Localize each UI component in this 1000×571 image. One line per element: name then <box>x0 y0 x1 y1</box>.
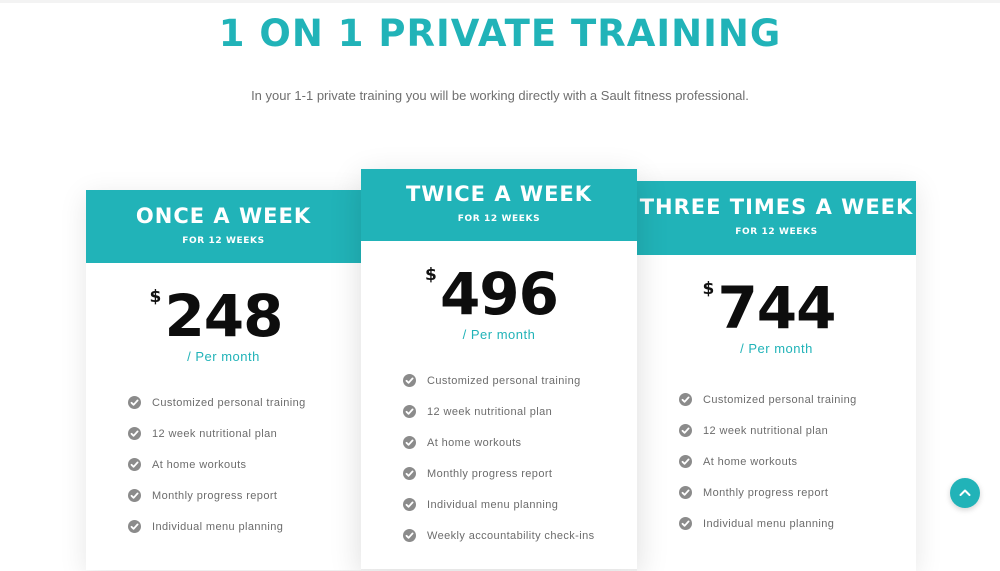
feature-text: At home workouts <box>703 456 798 468</box>
plan-name: ONCE A WEEK <box>135 204 312 228</box>
feature-item: Customized personal training <box>86 396 361 428</box>
feature-item: 12 week nutritional plan <box>637 424 916 456</box>
feature-text: Individual menu planning <box>152 521 284 533</box>
check-circle-icon <box>128 489 141 502</box>
price-amount: 496 <box>439 260 559 328</box>
check-circle-icon <box>679 424 692 437</box>
feature-item: At home workouts <box>361 436 637 468</box>
currency-symbol: $ <box>149 287 162 307</box>
feature-text: Monthly progress report <box>152 490 278 502</box>
feature-item: Monthly progress report <box>637 486 916 518</box>
feature-text: Customized personal training <box>427 375 581 387</box>
check-circle-icon <box>403 467 416 480</box>
price: $ 248 <box>86 285 361 347</box>
price: $ 496 <box>361 263 637 325</box>
feature-item: Monthly progress report <box>86 489 361 521</box>
feature-text: At home workouts <box>152 459 247 471</box>
currency-symbol: $ <box>424 265 437 285</box>
feature-item: Customized personal training <box>361 374 637 406</box>
feature-text: 12 week nutritional plan <box>427 406 553 418</box>
pricing-card-once: ONCE A WEEK FOR 12 WEEKS $ 248 / Per mon… <box>86 190 361 570</box>
feature-item: 12 week nutritional plan <box>86 427 361 459</box>
pricing-card-header: ONCE A WEEK FOR 12 WEEKS <box>86 190 361 263</box>
feature-text: 12 week nutritional plan <box>152 428 278 440</box>
check-circle-icon <box>403 374 416 387</box>
feature-text: Individual menu planning <box>703 518 835 530</box>
pricing-card-three-times: THREE TIMES A WEEK FOR 12 WEEKS $ 744 / … <box>637 181 916 571</box>
feature-text: Customized personal training <box>152 397 306 409</box>
check-circle-icon <box>679 517 692 530</box>
pricing-card-header: THREE TIMES A WEEK FOR 12 WEEKS <box>637 181 916 255</box>
feature-text: Monthly progress report <box>703 487 829 499</box>
check-circle-icon <box>679 486 692 499</box>
plan-duration: FOR 12 WEEKS <box>182 236 265 246</box>
price-amount: 248 <box>164 282 283 350</box>
feature-text: 12 week nutritional plan <box>703 425 829 437</box>
feature-text: Monthly progress report <box>427 468 553 480</box>
feature-list: Customized personal training 12 week nut… <box>637 393 916 549</box>
page-subtitle: In your 1-1 private training you will be… <box>251 88 749 103</box>
check-circle-icon <box>403 436 416 449</box>
check-circle-icon <box>128 520 141 533</box>
pricing-card-header: TWICE A WEEK FOR 12 WEEKS <box>361 169 637 241</box>
price-period: / Per month <box>462 327 536 342</box>
feature-item: Monthly progress report <box>361 467 637 499</box>
page-title: 1 ON 1 PRIVATE TRAINING <box>218 12 782 55</box>
page-top-edge <box>0 0 1000 3</box>
feature-text: Individual menu planning <box>427 499 559 511</box>
feature-item: Individual menu planning <box>86 520 361 552</box>
feature-item: 12 week nutritional plan <box>361 405 637 437</box>
plan-name: TWICE A WEEK <box>405 182 593 206</box>
check-circle-icon <box>128 396 141 409</box>
check-circle-icon <box>128 427 141 440</box>
scroll-to-top-button[interactable] <box>950 478 980 508</box>
check-circle-icon <box>403 529 416 542</box>
pricing-card-twice: TWICE A WEEK FOR 12 WEEKS $ 496 / Per mo… <box>361 169 637 569</box>
feature-item: At home workouts <box>637 455 916 487</box>
feature-item: Weekly accountability check-ins <box>361 529 637 561</box>
price-amount: 744 <box>717 274 836 342</box>
check-circle-icon <box>679 455 692 468</box>
feature-list: Customized personal training 12 week nut… <box>86 396 361 552</box>
plan-duration: FOR 12 WEEKS <box>735 227 818 237</box>
feature-list: Customized personal training 12 week nut… <box>361 374 637 561</box>
check-circle-icon <box>128 458 141 471</box>
price: $ 744 <box>637 277 916 339</box>
feature-text: At home workouts <box>427 437 522 449</box>
currency-symbol: $ <box>702 279 715 299</box>
feature-text: Weekly accountability check-ins <box>427 530 595 542</box>
check-circle-icon <box>403 405 416 418</box>
plan-name: THREE TIMES A WEEK <box>639 195 914 219</box>
feature-item: Individual menu planning <box>637 517 916 549</box>
price-period: / Per month <box>187 349 260 364</box>
plan-duration: FOR 12 WEEKS <box>457 214 541 224</box>
chevron-up-icon <box>959 489 971 496</box>
feature-text: Customized personal training <box>703 394 857 406</box>
feature-item: Customized personal training <box>637 393 916 425</box>
check-circle-icon <box>403 498 416 511</box>
price-period: / Per month <box>740 341 813 356</box>
check-circle-icon <box>679 393 692 406</box>
feature-item: Individual menu planning <box>361 498 637 530</box>
feature-item: At home workouts <box>86 458 361 490</box>
